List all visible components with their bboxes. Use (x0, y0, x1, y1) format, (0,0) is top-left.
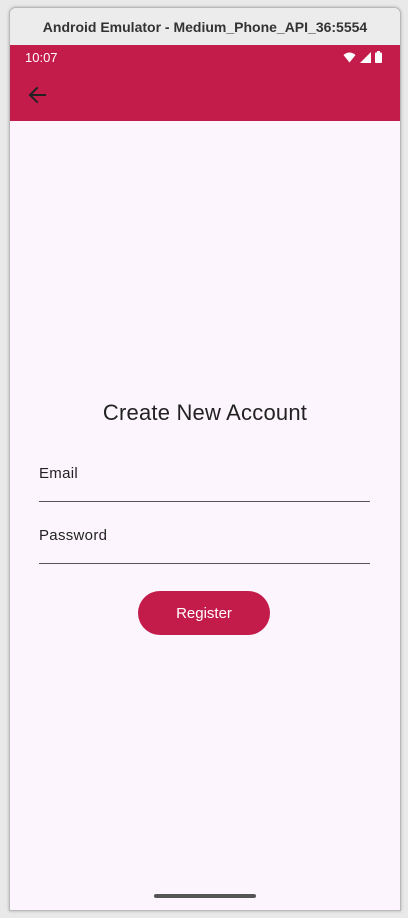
app-bar (10, 70, 400, 121)
gesture-nav-handle[interactable] (154, 894, 256, 898)
window-title: Android Emulator - Medium_Phone_API_36:5… (42, 18, 368, 35)
register-screen: Create New Account Email Password Regist… (10, 121, 400, 910)
cell-signal-icon (360, 51, 371, 63)
page-title: Create New Account (102, 400, 308, 425)
wifi-icon (343, 52, 356, 62)
emulator-window: Android Emulator - Medium_Phone_API_36:5… (9, 7, 401, 911)
password-field[interactable]: Password (39, 515, 374, 565)
arrow-back-icon (28, 86, 46, 104)
status-bar: 10:07 (10, 45, 400, 70)
window-titlebar: Android Emulator - Medium_Phone_API_36:5… (10, 8, 400, 45)
battery-icon (375, 51, 382, 63)
password-input[interactable] (39, 515, 374, 565)
email-input[interactable] (39, 453, 374, 503)
register-button[interactable]: Register (138, 591, 270, 635)
email-field[interactable]: Email (39, 453, 374, 503)
back-button[interactable] (24, 82, 50, 108)
status-time: 10:07 (25, 50, 58, 65)
status-icons (343, 51, 382, 63)
